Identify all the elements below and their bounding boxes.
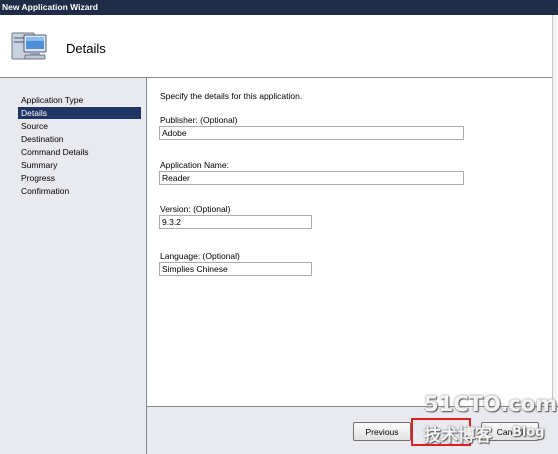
watermark-blog-cn: 技术博客 bbox=[424, 426, 492, 446]
nav-item-details[interactable]: Details bbox=[18, 107, 141, 119]
wizard-steps-nav: Application Type Details Source Destinat… bbox=[0, 78, 147, 454]
previous-button[interactable]: Previous bbox=[353, 422, 411, 441]
instruction-text: Specify the details for this application… bbox=[160, 91, 303, 101]
nav-item-summary[interactable]: Summary bbox=[18, 159, 141, 171]
version-field[interactable] bbox=[159, 215, 312, 229]
watermark-blog: Blog bbox=[512, 425, 545, 440]
page-title: Details bbox=[66, 41, 106, 56]
nav-item-application-type[interactable]: Application Type bbox=[18, 94, 141, 106]
language-label: Language: (Optional) bbox=[160, 251, 240, 261]
nav-item-confirmation[interactable]: Confirmation bbox=[18, 185, 141, 197]
computer-icon bbox=[11, 32, 47, 60]
nav-item-source[interactable]: Source bbox=[18, 120, 141, 132]
version-label: Version: (Optional) bbox=[160, 204, 231, 214]
header-scrollbar[interactable] bbox=[552, 15, 558, 78]
language-field[interactable] bbox=[159, 262, 312, 276]
publisher-field[interactable] bbox=[159, 126, 464, 140]
wizard-header: Details bbox=[0, 15, 558, 78]
nav-item-progress[interactable]: Progress bbox=[18, 172, 141, 184]
window-title: New Application Wizard bbox=[2, 2, 98, 12]
nav-item-command-details[interactable]: Command Details bbox=[18, 146, 141, 158]
window-titlebar: New Application Wizard bbox=[0, 0, 558, 15]
publisher-label: Publisher: (Optional) bbox=[160, 115, 238, 125]
application-name-field[interactable] bbox=[159, 171, 464, 185]
nav-item-destination[interactable]: Destination bbox=[18, 133, 141, 145]
details-panel: Specify the details for this application… bbox=[147, 78, 558, 406]
application-name-label: Application Name: bbox=[160, 160, 229, 170]
watermark-site: 51CTO.com bbox=[424, 392, 558, 416]
